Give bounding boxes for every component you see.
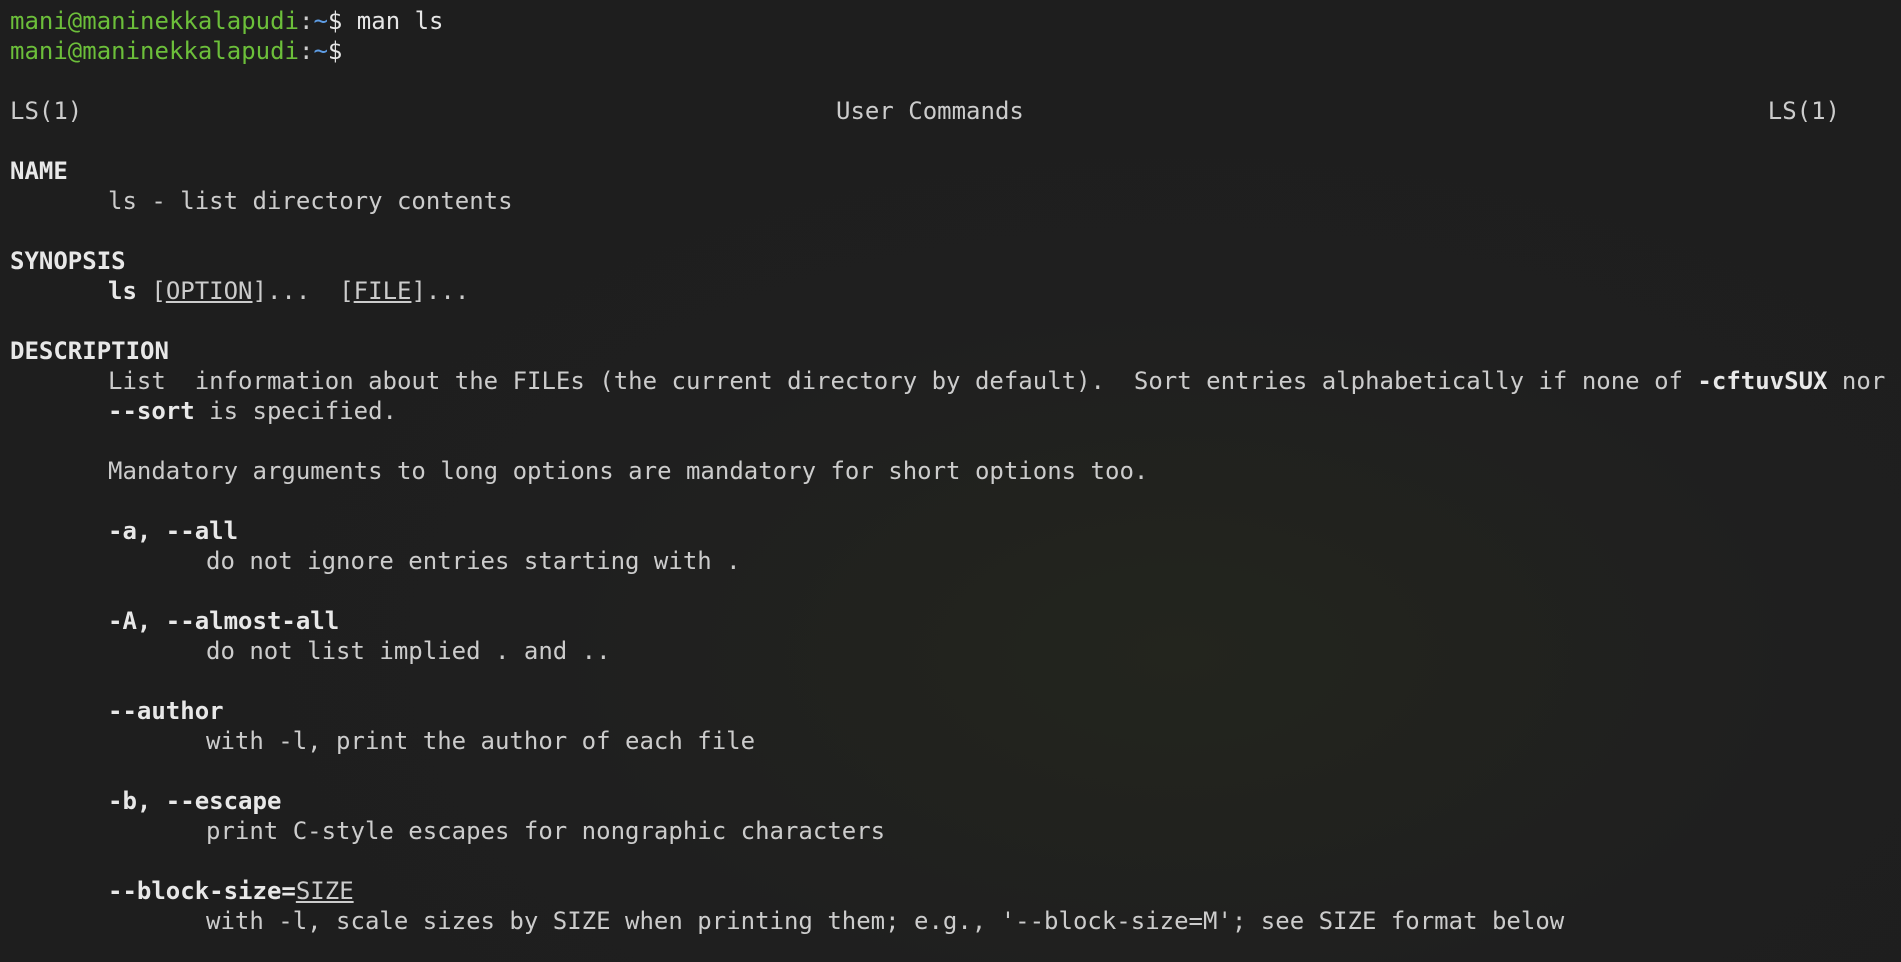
prompt-dollar: $ [327, 7, 357, 35]
synopsis-line: ls [OPTION]... [FILE]... [10, 276, 1890, 306]
prompt-line-2[interactable]: mani@maninekkalapudi:~$ [10, 36, 1890, 66]
option-description: do not list implied . and .. [206, 637, 611, 665]
synopsis-option: OPTION [165, 277, 253, 305]
description-text: List information about the FILEs (the cu… [108, 367, 1698, 395]
description-line-1: List information about the FILEs (the cu… [10, 366, 1890, 396]
option-description: with -l, scale sizes by SIZE when printi… [206, 907, 1565, 935]
option-argument: SIZE [295, 877, 354, 905]
man-header-center: User Commands [836, 97, 1024, 125]
option-flag: -b, --escape [108, 787, 282, 815]
section-heading-synopsis: SYNOPSIS [10, 247, 126, 275]
description-flag: -cftuvSUX [1697, 367, 1828, 395]
man-header: LS(1) User Commands LS(1) [10, 96, 1840, 126]
man-header-right: LS(1) [1767, 97, 1840, 125]
option-description: do not ignore entries starting with . [206, 547, 741, 575]
option-description: print C-style escapes for nongraphic cha… [206, 817, 886, 845]
description-line-2: --sort is specified. [10, 396, 1890, 426]
synopsis-bracket: ]... [ [252, 277, 354, 305]
option-flag-block-size: --block-size=SIZE [10, 876, 1890, 906]
terminal-window[interactable]: mani@maninekkalapudi:~$ man ls mani@mani… [10, 6, 1890, 936]
synopsis-bracket: ]... [411, 277, 470, 305]
prompt-colon: : [298, 37, 314, 65]
prompt-command: man ls [356, 7, 444, 35]
prompt-path: ~ [313, 37, 328, 65]
prompt-user-host: mani@maninekkalapudi [10, 7, 299, 35]
description-text: nor [1827, 367, 1886, 395]
name-description: ls - list directory contents [108, 187, 513, 215]
section-heading-description: DESCRIPTION [10, 337, 169, 365]
prompt-dollar: $ [327, 37, 343, 65]
description-text: is specified. [194, 397, 397, 425]
prompt-colon: : [298, 7, 314, 35]
option-flag: -A, --almost-all [108, 607, 340, 635]
description-flag: --sort [108, 397, 195, 425]
prompt-line-1: mani@maninekkalapudi:~$ man ls [10, 6, 1890, 36]
man-header-left: LS(1) [10, 97, 83, 125]
synopsis-cmd: ls [108, 277, 137, 305]
synopsis-file: FILE [353, 277, 412, 305]
section-heading-name: NAME [10, 157, 68, 185]
prompt-path: ~ [313, 7, 328, 35]
mandatory-note: Mandatory arguments to long options are … [108, 457, 1149, 485]
option-flag: --author [108, 697, 224, 725]
option-description: with -l, print the author of each file [206, 727, 756, 755]
synopsis-bracket: [ [136, 277, 166, 305]
prompt-user-host: mani@maninekkalapudi [10, 37, 299, 65]
option-flag: -a, --all [108, 517, 239, 545]
option-flag: --block-size= [108, 877, 296, 905]
